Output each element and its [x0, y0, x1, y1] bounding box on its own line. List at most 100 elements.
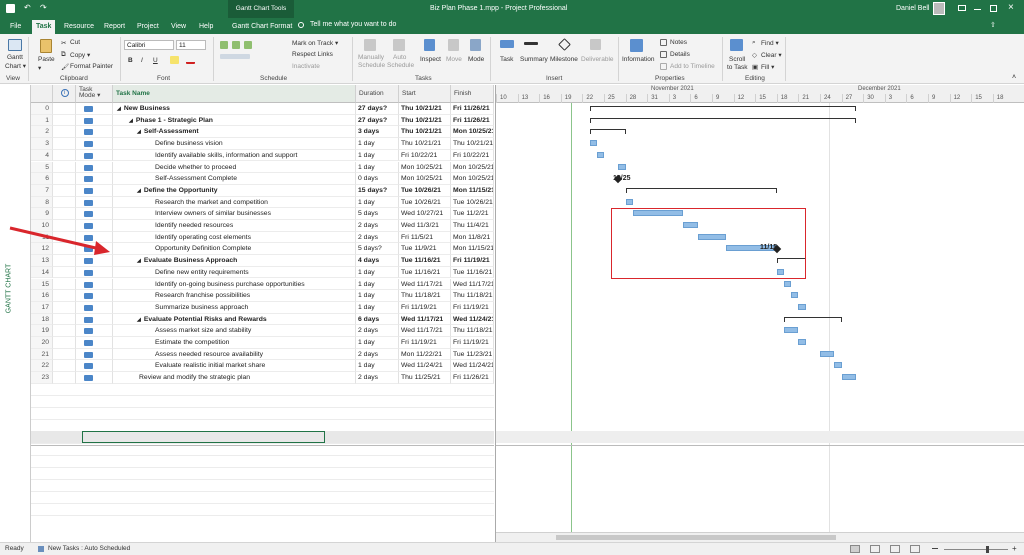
row-id[interactable]: 14: [31, 266, 53, 279]
task-name-cell[interactable]: Assess needed resource availability: [113, 348, 356, 361]
start-cell[interactable]: Wed 11/17/21: [399, 325, 451, 337]
percent-complete-icon[interactable]: [232, 41, 240, 49]
duration-cell[interactable]: 1 day: [356, 301, 399, 314]
duration-cell[interactable]: 2 days: [356, 220, 399, 232]
tab-project[interactable]: Project: [133, 20, 163, 34]
indicators-column-header[interactable]: i: [53, 85, 76, 103]
respect-links-button[interactable]: Respect Links: [292, 51, 333, 58]
duration-cell[interactable]: 1 day: [356, 337, 399, 349]
inspect-button[interactable]: Inspect: [420, 56, 441, 63]
gantt-chart-icon[interactable]: [8, 39, 22, 51]
summary-bar[interactable]: [589, 129, 626, 131]
finish-cell[interactable]: Fri 11/26/21: [451, 114, 494, 127]
start-column-header[interactable]: Start: [399, 85, 451, 103]
task-name-cell[interactable]: ◢ New Business: [113, 103, 356, 115]
table-row[interactable]: 19 Assess market size and stability 2 days…: [31, 325, 494, 337]
summary-bar[interactable]: [625, 187, 777, 189]
task-mode-cell[interactable]: [76, 290, 113, 302]
task-bar[interactable]: [596, 151, 604, 158]
tab-gantt-chart-format[interactable]: Gantt Chart Format: [228, 20, 296, 34]
font-size-select[interactable]: 11: [176, 40, 206, 50]
start-cell[interactable]: Thu 10/21/21: [399, 114, 451, 127]
inspect-icon[interactable]: [424, 39, 435, 51]
row-id[interactable]: 23: [31, 372, 53, 384]
start-cell[interactable]: Wed 11/24/21: [399, 360, 451, 373]
task-bar[interactable]: [784, 280, 792, 287]
start-cell[interactable]: Tue 11/16/21: [399, 266, 451, 279]
add-timeline-icon[interactable]: [660, 63, 667, 70]
start-cell[interactable]: Wed 10/27/21: [399, 208, 451, 220]
task-mode-cell[interactable]: [76, 161, 113, 174]
move-icon[interactable]: [448, 39, 459, 51]
format-painter-button[interactable]: Format Painter: [70, 63, 113, 70]
inactivate-button[interactable]: Inactivate: [292, 63, 320, 70]
task-mode-cell[interactable]: [76, 149, 113, 162]
table-row[interactable]: 15 Identify on-going business purchase op…: [31, 278, 494, 291]
finish-cell[interactable]: Mon 10/25/21: [451, 126, 494, 139]
copy-button[interactable]: Copy ▾: [70, 51, 90, 59]
duration-cell[interactable]: 2 days: [356, 231, 399, 244]
task-name-cell[interactable]: Review and modify the strategic plan: [113, 372, 356, 384]
row-id[interactable]: 17: [31, 301, 53, 314]
task-name-cell[interactable]: Define new entity requirements: [113, 266, 356, 279]
insert-milestone-button[interactable]: Milestone: [550, 56, 578, 63]
row-id[interactable]: 5: [31, 161, 53, 174]
redo-icon[interactable]: ↷: [40, 3, 47, 12]
task-bar[interactable]: [834, 362, 842, 369]
finish-cell[interactable]: Wed 11/24/21: [451, 360, 494, 373]
start-cell[interactable]: Tue 11/9/21: [399, 243, 451, 256]
table-row[interactable]: 20 Estimate the competition 1 day Fri 11/19…: [31, 337, 494, 349]
start-cell[interactable]: Mon 11/22/21: [399, 348, 451, 361]
scroll-to-task-icon[interactable]: [730, 39, 743, 51]
information-button[interactable]: Information: [622, 56, 655, 63]
copy-icon[interactable]: ⧉: [61, 51, 66, 59]
finish-cell[interactable]: Tue 11/2/21: [451, 208, 494, 220]
finish-cell[interactable]: Mon 10/25/21: [451, 161, 494, 174]
tab-help[interactable]: Help: [195, 20, 217, 34]
collapse-triangle-icon[interactable]: ◢: [117, 106, 121, 112]
zoom-slider[interactable]: [944, 549, 1008, 550]
italic-button[interactable]: I: [141, 57, 143, 64]
notes-button[interactable]: Notes: [670, 39, 687, 46]
task-mode-cell[interactable]: [76, 337, 113, 349]
task-mode-cell[interactable]: [76, 103, 113, 115]
finish-cell[interactable]: Tue 11/16/21: [451, 266, 494, 279]
row-id[interactable]: 16: [31, 290, 53, 302]
tab-task[interactable]: Task: [32, 20, 56, 34]
summary-bar[interactable]: [784, 316, 842, 318]
task-mode-cell[interactable]: [76, 138, 113, 150]
task-mode-cell[interactable]: [76, 278, 113, 291]
table-row[interactable]: 7 ◢ Define the Opportunity 15 days? Tue 10/2…: [31, 184, 494, 197]
finish-cell[interactable]: Thu 11/18/21: [451, 325, 494, 337]
table-row[interactable]: 22 Evaluate realistic initial market shar…: [31, 360, 494, 373]
task-mode-cell[interactable]: [76, 126, 113, 139]
close-icon[interactable]: ×: [1008, 2, 1014, 13]
task-bar[interactable]: [784, 327, 799, 334]
find-icon[interactable]: ⌕: [752, 39, 756, 47]
scrollbar-thumb[interactable]: [556, 535, 836, 540]
task-name-cell[interactable]: Summarize business approach: [113, 301, 356, 314]
collapse-triangle-icon[interactable]: ◢: [137, 258, 141, 264]
cut-button[interactable]: Cut: [70, 39, 80, 46]
tab-report[interactable]: Report: [100, 20, 129, 34]
task-name-cell[interactable]: ◢ Evaluate Potential Risks and Rewards: [113, 313, 356, 326]
duration-cell[interactable]: 15 days?: [356, 184, 399, 197]
zoom-slider-thumb[interactable]: [986, 546, 989, 553]
task-name-cell[interactable]: Research the market and competition: [113, 196, 356, 209]
start-cell[interactable]: Fri 10/22/21: [399, 149, 451, 162]
duration-cell[interactable]: 4 days: [356, 255, 399, 267]
insert-summary-button[interactable]: Summary: [520, 56, 548, 63]
summary-bar[interactable]: [589, 117, 856, 119]
move-button[interactable]: Move: [446, 56, 462, 63]
ribbon-display-icon[interactable]: [958, 5, 966, 11]
duration-cell[interactable]: 1 day: [356, 266, 399, 279]
task-bar[interactable]: [589, 140, 597, 147]
scroll-to-task-button[interactable]: Scroll: [729, 56, 745, 63]
start-cell[interactable]: Tue 11/16/21: [399, 255, 451, 267]
table-row[interactable]: 6 Self-Assessment Complete 0 days Mon 10/25…: [31, 173, 494, 185]
duration-cell[interactable]: 27 days?: [356, 114, 399, 127]
format-painter-icon[interactable]: 🖌: [61, 63, 69, 71]
insert-deliverable-button[interactable]: Deliverable: [581, 56, 614, 63]
team-planner-view-icon[interactable]: [890, 545, 900, 553]
task-bar[interactable]: [820, 350, 835, 357]
